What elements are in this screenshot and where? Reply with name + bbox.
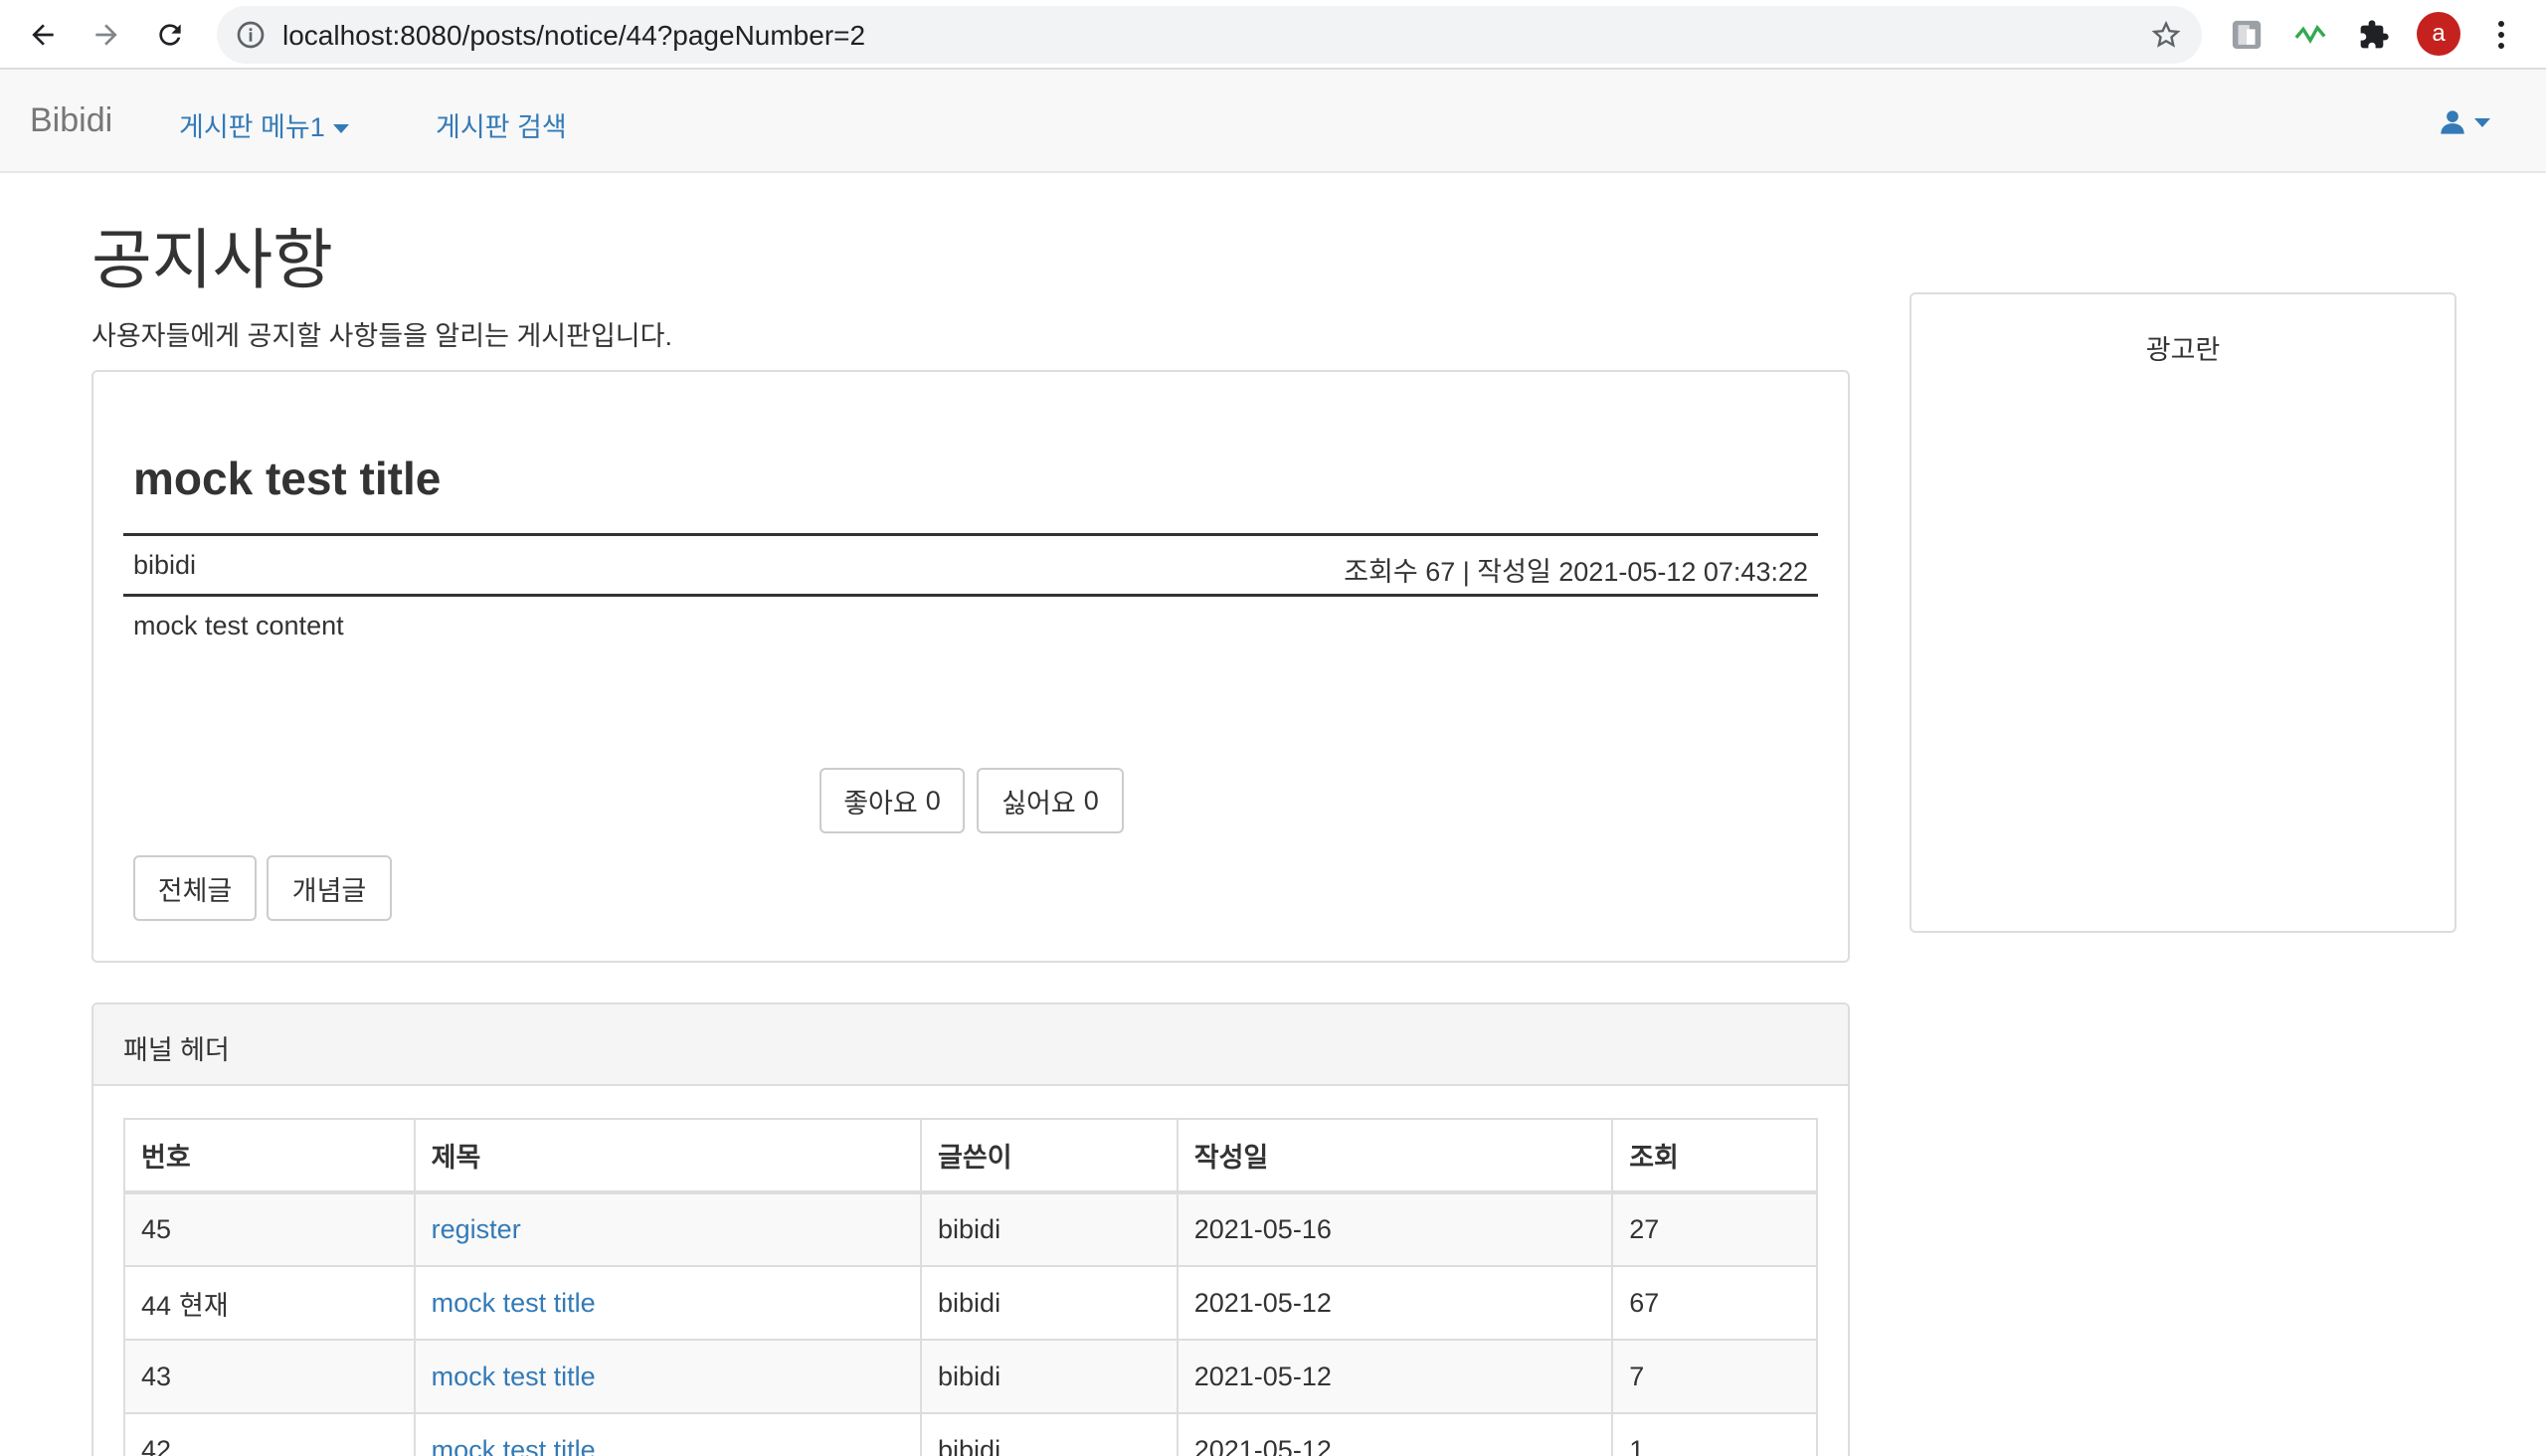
ad-box: 광고란 xyxy=(1910,292,2456,933)
page-description: 사용자들에게 공지할 사항들을 알리는 게시판입니다. xyxy=(91,321,672,351)
arrow-left-icon xyxy=(32,24,54,46)
panel-header-text: 패널 헤더 xyxy=(123,1035,230,1065)
table-row: 42 mock test title bibidi 2021-05-12 1 xyxy=(123,1412,1818,1456)
browser-menu-icon[interactable] xyxy=(2486,14,2516,56)
row-title-link[interactable]: mock test title xyxy=(432,1435,596,1456)
address-bar[interactable]: localhost:8080/posts/notice/44?pageNumbe… xyxy=(217,6,2202,64)
caret-down-icon xyxy=(332,124,349,134)
browser-toolbar: localhost:8080/posts/notice/44?pageNumbe… xyxy=(0,0,2546,70)
col-date: 작성일 xyxy=(1176,1118,1614,1194)
concept-posts-button[interactable]: 개념글 xyxy=(267,855,392,921)
table-row: 43 mock test title bibidi 2021-05-12 7 xyxy=(123,1339,1818,1414)
row-views: 7 xyxy=(1611,1339,1818,1414)
extension-activity-icon[interactable] xyxy=(2289,14,2331,56)
row-title-link[interactable]: mock test title xyxy=(432,1288,596,1318)
row-writer: bibidi xyxy=(920,1265,1179,1341)
col-writer: 글쓴이 xyxy=(920,1118,1179,1194)
row-date: 2021-05-16 xyxy=(1176,1191,1614,1267)
row-writer: bibidi xyxy=(920,1191,1179,1267)
table-header-row: 번호 제목 글쓴이 작성일 조회 xyxy=(123,1118,1818,1194)
post-meta: bibidi 조회수 67 | 작성일 2021-05-12 07:43:22 xyxy=(123,533,1818,597)
row-views: 27 xyxy=(1611,1191,1818,1267)
extensions-puzzle-icon[interactable] xyxy=(2353,14,2395,56)
arrow-right-icon xyxy=(95,24,117,46)
row-writer: bibidi xyxy=(920,1412,1179,1456)
col-number: 번호 xyxy=(123,1118,416,1194)
panel-header: 패널 헤더 xyxy=(93,1004,1848,1086)
bookmark-star-icon[interactable] xyxy=(2150,19,2182,51)
forward-button[interactable] xyxy=(84,12,129,58)
reload-button[interactable] xyxy=(147,12,193,58)
nav-board-menu1[interactable]: 게시판 메뉴1 xyxy=(179,105,349,144)
row-date: 2021-05-12 xyxy=(1176,1412,1614,1456)
all-posts-button[interactable]: 전체글 xyxy=(133,855,257,921)
row-number: 44 현재 xyxy=(123,1265,416,1341)
page-title: 공지사항 xyxy=(91,223,333,296)
caret-down-icon xyxy=(2474,117,2490,127)
url-text[interactable]: localhost:8080/posts/notice/44?pageNumbe… xyxy=(282,20,865,52)
row-views: 1 xyxy=(1611,1412,1818,1456)
row-title-link[interactable]: mock test title xyxy=(432,1362,596,1391)
table-row-current: 44 현재 mock test title bibidi 2021-05-12 6… xyxy=(123,1265,1818,1341)
post-author: bibidi xyxy=(133,550,197,580)
table-row: 45 register bibidi 2021-05-16 27 xyxy=(123,1191,1818,1267)
row-writer: bibidi xyxy=(920,1339,1179,1414)
extension-profile-icon[interactable] xyxy=(2226,14,2268,56)
current-post-marker: 현재 xyxy=(179,1290,229,1321)
back-button[interactable] xyxy=(20,12,66,58)
post-content: mock test content xyxy=(133,611,344,640)
brand-logo[interactable]: Bibidi xyxy=(30,101,112,140)
row-date: 2021-05-12 xyxy=(1176,1265,1614,1341)
row-number: 43 xyxy=(123,1339,416,1414)
row-date: 2021-05-12 xyxy=(1176,1339,1614,1414)
reload-icon xyxy=(159,24,181,46)
col-views: 조회 xyxy=(1611,1118,1818,1194)
post-list-table: 번호 제목 글쓴이 작성일 조회 45 register bibidi 2021… xyxy=(123,1118,1818,1456)
user-icon xyxy=(2441,110,2464,134)
post-panel: mock test title bibidi 조회수 67 | 작성일 2021… xyxy=(91,370,1850,963)
row-views: 67 xyxy=(1611,1265,1818,1341)
nav-board-search[interactable]: 게시판 검색 xyxy=(436,105,567,144)
row-title-link[interactable]: register xyxy=(432,1214,521,1244)
info-icon xyxy=(237,21,265,49)
dislike-button[interactable]: 싫어요 0 xyxy=(977,768,1124,833)
post-title: mock test title xyxy=(133,453,442,504)
row-number: 42 xyxy=(123,1412,416,1456)
ad-label: 광고란 xyxy=(2145,335,2221,365)
post-list-panel: 패널 헤더 번호 제목 글쓴이 작성일 조회 45 register bibid… xyxy=(91,1002,1850,1456)
post-views-date: 조회수 67 | 작성일 2021-05-12 07:43:22 xyxy=(1344,557,1808,587)
user-menu[interactable] xyxy=(2439,105,2490,139)
like-button[interactable]: 좋아요 0 xyxy=(819,768,965,833)
site-navbar: Bibidi 게시판 메뉴1 게시판 검색 xyxy=(0,70,2546,173)
profile-avatar[interactable]: a xyxy=(2417,12,2460,56)
col-title: 제목 xyxy=(413,1118,923,1194)
row-number: 45 xyxy=(123,1191,416,1267)
